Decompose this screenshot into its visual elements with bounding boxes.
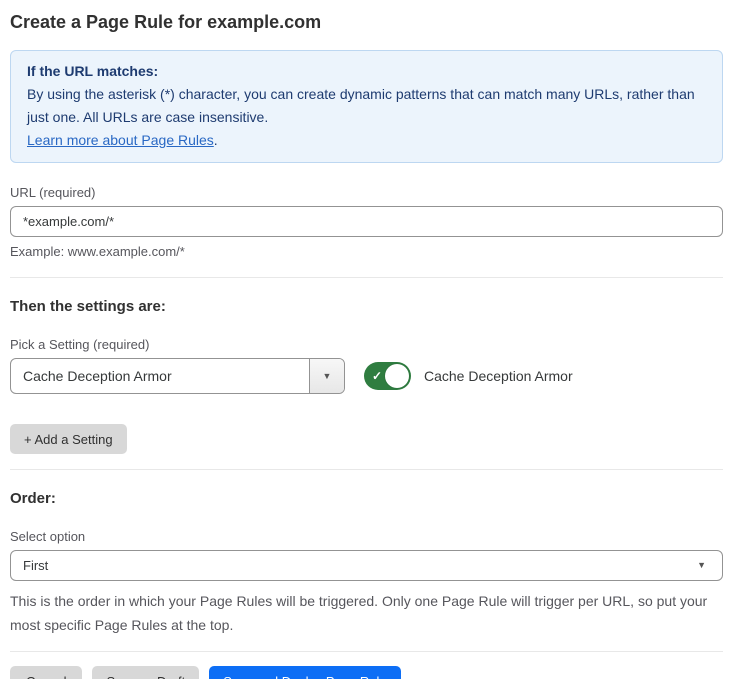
order-select-value: First bbox=[23, 558, 48, 573]
save-draft-button[interactable]: Save as Draft bbox=[92, 666, 199, 679]
info-banner-body: By using the asterisk (*) character, you… bbox=[27, 83, 706, 129]
url-helper-text: Example: www.example.com/* bbox=[10, 244, 723, 259]
setting-toggle[interactable]: ✓ bbox=[364, 362, 411, 390]
check-icon: ✓ bbox=[372, 369, 382, 383]
settings-section-heading: Then the settings are: bbox=[10, 298, 723, 315]
setting-select[interactable]: Cache Deception Armor ▼ bbox=[10, 358, 345, 394]
order-select[interactable]: First ▼ bbox=[10, 550, 723, 581]
add-setting-button[interactable]: + Add a Setting bbox=[10, 424, 127, 454]
setting-row: Cache Deception Armor ▼ ✓ Cache Deceptio… bbox=[10, 358, 723, 394]
divider bbox=[10, 651, 723, 652]
url-label: URL (required) bbox=[10, 185, 723, 200]
chevron-down-icon: ▼ bbox=[697, 561, 706, 570]
toggle-knob bbox=[385, 364, 409, 388]
pick-setting-label: Pick a Setting (required) bbox=[10, 337, 723, 352]
divider bbox=[10, 469, 723, 470]
url-input[interactable] bbox=[10, 206, 723, 237]
setting-toggle-label: Cache Deception Armor bbox=[424, 368, 573, 384]
setting-select-arrow-button[interactable]: ▼ bbox=[309, 359, 344, 393]
chevron-down-icon: ▼ bbox=[323, 372, 332, 381]
order-select-label: Select option bbox=[10, 529, 723, 544]
page-title: Create a Page Rule for example.com bbox=[10, 12, 723, 33]
info-banner-heading: If the URL matches: bbox=[27, 60, 706, 83]
cancel-button[interactable]: Cancel bbox=[10, 666, 82, 679]
order-helper-text: This is the order in which your Page Rul… bbox=[10, 589, 723, 637]
info-banner: If the URL matches: By using the asteris… bbox=[10, 50, 723, 163]
link-suffix: . bbox=[214, 132, 218, 148]
setting-select-value: Cache Deception Armor bbox=[11, 359, 309, 393]
learn-more-link[interactable]: Learn more about Page Rules bbox=[27, 132, 214, 148]
info-banner-link-line: Learn more about Page Rules. bbox=[27, 129, 706, 152]
save-deploy-button[interactable]: Save and Deploy Page Rule bbox=[209, 666, 400, 679]
page-rule-form: Create a Page Rule for example.com If th… bbox=[0, 0, 750, 679]
order-section-heading: Order: bbox=[10, 490, 723, 507]
footer-actions: Cancel Save as Draft Save and Deploy Pag… bbox=[10, 666, 723, 679]
divider bbox=[10, 277, 723, 278]
